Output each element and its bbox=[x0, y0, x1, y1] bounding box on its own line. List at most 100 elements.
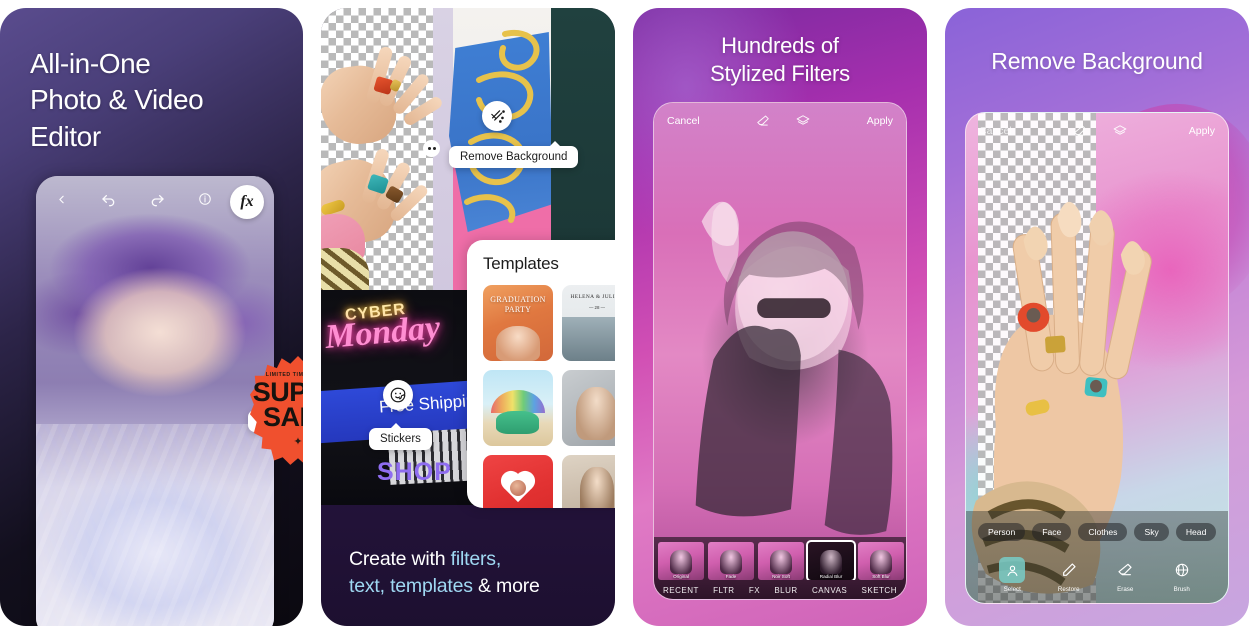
layers-icon[interactable] bbox=[1108, 119, 1132, 143]
subject-chip-clothes[interactable]: Clothes bbox=[1078, 523, 1128, 541]
sticker-smile-icon[interactable] bbox=[383, 380, 413, 410]
subject-chip-person[interactable]: Person bbox=[978, 523, 1026, 541]
templates-panel[interactable]: Templates GRADUATION PARTY HELENA & JULI… bbox=[467, 240, 615, 508]
pen-restore-icon bbox=[1056, 557, 1082, 583]
filter-preview-photo bbox=[654, 103, 906, 537]
templates-title: Templates bbox=[483, 254, 559, 273]
car-shape bbox=[495, 411, 539, 434]
template-card-person-beige[interactable] bbox=[562, 455, 615, 508]
template-card-graduation-party[interactable]: GRADUATION PARTY bbox=[483, 285, 553, 361]
panel-create-with[interactable]: Remove Background CYBER Monday Free Ship… bbox=[321, 8, 615, 626]
person-select-icon bbox=[999, 557, 1026, 583]
tool-label: Brush bbox=[1173, 586, 1190, 593]
subject-chip-row[interactable]: Person Face Clothes Sky Head bbox=[966, 523, 1228, 541]
removebg-tool-row[interactable]: Select Restore Erase Brush bbox=[966, 557, 1228, 593]
effects-fx-button[interactable]: fx bbox=[230, 185, 264, 219]
template-card-rainbow-car[interactable] bbox=[483, 370, 553, 446]
panel-1-headline: All-in-One Photo & Video Editor bbox=[30, 46, 285, 155]
filter-tab-recent[interactable]: RECENT bbox=[663, 586, 699, 595]
badge-sparkle-icon: ✦ bbox=[293, 436, 303, 448]
template-card-portrait-grey[interactable] bbox=[562, 370, 615, 446]
tool-select[interactable]: Select bbox=[989, 557, 1035, 593]
cancel-button[interactable]: Cancel bbox=[667, 115, 700, 127]
filter-thumbnail-label: Original bbox=[673, 574, 689, 579]
tool-label: Restore bbox=[1057, 586, 1080, 593]
template-sublabel: — 28 — bbox=[588, 305, 606, 310]
template-card-love-heart[interactable] bbox=[483, 455, 553, 508]
template-label: GRADUATION PARTY bbox=[490, 295, 546, 314]
phone-mockup-filters: Cancel Apply Original Fade Noir Soft Radial… bbox=[653, 102, 907, 600]
editor-photo bbox=[36, 176, 274, 626]
chevron-left-icon[interactable] bbox=[48, 186, 74, 212]
apply-button[interactable]: Apply bbox=[1189, 125, 1215, 137]
filter-tab-sketch[interactable]: SKETCH bbox=[862, 586, 897, 595]
heart-inner-photo bbox=[510, 480, 526, 497]
cancel-button[interactable]: Cancel bbox=[979, 125, 1012, 137]
badge-line-2: SALE bbox=[262, 401, 303, 432]
eraser-icon[interactable] bbox=[1068, 119, 1092, 143]
headline-line-2: Photo & Video bbox=[30, 84, 204, 116]
filter-tab-canvas[interactable]: CANVAS bbox=[812, 586, 847, 595]
removebg-topbar: Cancel Apply bbox=[966, 113, 1228, 149]
panel-stylized-filters[interactable]: Hundreds of Stylized Filters Cancel Appl… bbox=[633, 8, 927, 626]
apply-button[interactable]: Apply bbox=[867, 115, 893, 127]
layers-icon[interactable] bbox=[791, 109, 815, 133]
filter-thumbnail[interactable]: Soft Blur bbox=[858, 542, 904, 580]
filter-thumbnail[interactable]: Noir Soft bbox=[758, 542, 804, 580]
headline-line-1: Hundreds of bbox=[721, 33, 839, 58]
tool-label: Select bbox=[1003, 586, 1021, 593]
magic-wand-icon[interactable] bbox=[482, 101, 512, 131]
filter-thumbnail[interactable]: Original bbox=[658, 542, 704, 580]
subject-chip-head[interactable]: Head bbox=[1175, 523, 1217, 541]
filter-tab-fx[interactable]: FX bbox=[749, 586, 760, 595]
super-sale-badge: LIMITED TIME OFFER SUPER SALE ✦ bbox=[250, 356, 303, 466]
phone-mockup-removebg: Cancel Apply Person Face Clothes Sky Head Se… bbox=[965, 112, 1229, 604]
tool-brush[interactable]: Brush bbox=[1159, 557, 1205, 593]
panel-2-footer: Create with filters, text, templates & m… bbox=[349, 546, 540, 600]
filters-topbar: Cancel Apply bbox=[654, 103, 906, 139]
subject-chip-sky[interactable]: Sky bbox=[1134, 523, 1169, 541]
panel-3-headline: Hundreds of Stylized Filters bbox=[633, 32, 927, 87]
filter-thumbnail-row[interactable]: Original Fade Noir Soft Radial Blur Soft Blu… bbox=[654, 537, 906, 580]
info-icon[interactable] bbox=[192, 186, 218, 212]
screenshot-gallery: All-in-One Photo & Video Editor fx LIMIT… bbox=[0, 0, 1249, 636]
headline-line-3: Editor bbox=[30, 120, 101, 152]
tooltip-remove-background: Remove Background bbox=[449, 141, 579, 168]
tooltip-stickers: Stickers bbox=[369, 423, 432, 450]
brush-icon bbox=[1169, 557, 1195, 583]
filter-thumbnail[interactable]: Radial Blur bbox=[806, 540, 856, 580]
phone-mockup-editor: fx Effects bbox=[36, 176, 274, 626]
rainbow-decor bbox=[491, 389, 545, 413]
subject-chip-face[interactable]: Face bbox=[1032, 523, 1072, 541]
filter-thumbnail-label: Soft Blur bbox=[872, 574, 890, 579]
template-card-wedding-invite[interactable]: HELENA & JULIAN — 28 — bbox=[562, 285, 615, 361]
footer-plain-2: & more bbox=[472, 575, 540, 598]
promo-shop-text: SHOP bbox=[377, 458, 452, 486]
undo-icon[interactable] bbox=[96, 186, 122, 212]
filter-thumbnail[interactable]: Fade bbox=[708, 542, 754, 580]
filter-thumbnail-label: Radial Blur bbox=[819, 574, 843, 579]
tool-erase[interactable]: Erase bbox=[1102, 557, 1148, 593]
filter-category-tabs[interactable]: RECENT FLTR FX BLUR CANVAS SKETCH bbox=[654, 580, 906, 595]
panel-remove-background[interactable]: Remove Background Cancel Apply Person Fa… bbox=[945, 8, 1249, 626]
templates-grid: GRADUATION PARTY HELENA & JULIAN — 28 — bbox=[483, 285, 615, 508]
badge-main-text: SUPER SALE bbox=[250, 379, 303, 432]
redo-icon[interactable] bbox=[144, 186, 170, 212]
footer-line-2: text, templates & more bbox=[349, 573, 540, 600]
filter-tab-blur[interactable]: BLUR bbox=[774, 586, 797, 595]
panel-4-headline: Remove Background bbox=[991, 48, 1203, 74]
drag-handle-icon[interactable] bbox=[423, 140, 440, 157]
eraser-tool-icon bbox=[1112, 557, 1138, 583]
eraser-icon[interactable] bbox=[751, 109, 775, 133]
footer-plain-1: Create with bbox=[349, 548, 451, 571]
panel-all-in-one[interactable]: All-in-One Photo & Video Editor fx LIMIT… bbox=[0, 8, 303, 626]
filters-bottom-strip: Original Fade Noir Soft Radial Blur Soft Blu… bbox=[654, 537, 906, 599]
headline-line-1: All-in-One bbox=[30, 48, 151, 79]
filter-tab-fltr[interactable]: FLTR bbox=[713, 586, 734, 595]
tool-restore[interactable]: Restore bbox=[1046, 557, 1092, 593]
headline-line-2: Stylized Filters bbox=[710, 60, 850, 86]
footer-line-1: Create with filters, bbox=[349, 546, 540, 573]
filter-thumbnail-label: Fade bbox=[725, 574, 737, 579]
hands-cutout-photo bbox=[321, 45, 457, 306]
promo-monday-text: Monday bbox=[323, 309, 442, 356]
